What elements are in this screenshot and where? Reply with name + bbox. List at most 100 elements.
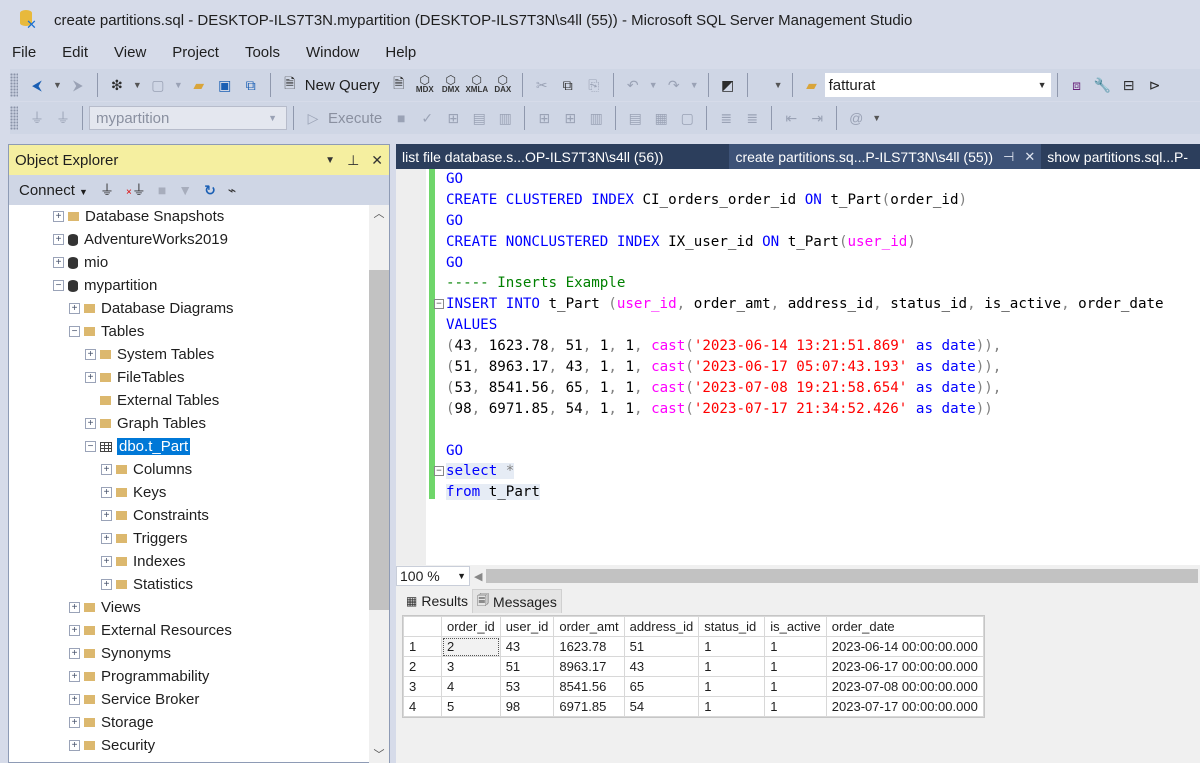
undo-icon[interactable]: ↶ <box>623 74 643 96</box>
tree-node-database-diagrams[interactable]: + Database Diagrams <box>9 297 367 320</box>
paste-icon[interactable]: ⎘ <box>584 74 604 96</box>
toolbox-icon[interactable]: ⊟ <box>1119 74 1139 96</box>
chevron-down-icon[interactable]: ▼ <box>457 571 466 581</box>
tab-create-partitions[interactable]: create partitions.sq...P-ILS7T3N\s4ll (5… <box>729 144 1042 169</box>
collapse-icon[interactable]: − <box>53 280 64 291</box>
live-query-stats-icon[interactable]: ⊞ <box>560 107 580 129</box>
back-dropdown-icon[interactable]: ▼ <box>53 80 62 90</box>
connect-button[interactable]: Connect ▼ <box>19 182 88 199</box>
pin-tab-icon[interactable]: ⊣ <box>1003 149 1014 165</box>
tree-node-storage[interactable]: + Storage <box>9 711 367 734</box>
cell-order-date[interactable]: 2023-06-17 00:00:00.000 <box>825 656 984 677</box>
visual-studio-icon[interactable]: ⧈ <box>1067 74 1087 96</box>
expand-icon[interactable]: + <box>69 740 80 751</box>
results-grid[interactable]: order_id user_id order_amt address_id status… <box>402 615 985 718</box>
cell-order-amt[interactable]: 8963.17 <box>553 656 625 677</box>
horizontal-scrollbar[interactable] <box>486 569 1198 583</box>
toolbar-grip[interactable] <box>10 73 18 97</box>
row-number[interactable]: 4 <box>403 696 442 717</box>
parse-icon[interactable]: ✓ <box>417 107 437 129</box>
expand-icon[interactable]: + <box>69 717 80 728</box>
menu-tools[interactable]: Tools <box>245 44 280 61</box>
expand-icon[interactable]: + <box>69 303 80 314</box>
expand-icon[interactable]: + <box>85 372 96 383</box>
cancel-query-icon[interactable]: ■ <box>391 107 411 129</box>
cell-is-active[interactable]: 1 <box>764 676 827 697</box>
xmla-query-icon[interactable]: ⬡ XMLA <box>465 74 488 94</box>
sql-editor[interactable]: GO CREATE CLUSTERED INDEX CI_orders_order… <box>396 169 1200 565</box>
execute-button[interactable]: Execute <box>328 110 382 127</box>
find-combo[interactable]: fatturat ▼ <box>824 73 1051 97</box>
row-number[interactable]: 3 <box>403 676 442 697</box>
new-project-icon[interactable]: ❇ <box>107 74 127 96</box>
tree-node-constraints[interactable]: + Constraints <box>9 504 367 527</box>
close-icon[interactable]: ✕ <box>371 152 383 169</box>
tree-node-synonyms[interactable]: + Synonyms <box>9 642 367 665</box>
row-number[interactable]: 1 <box>403 636 442 657</box>
scroll-up-icon[interactable]: ︿ <box>369 205 389 223</box>
cell-order-id[interactable]: 3 <box>441 656 501 677</box>
back-icon[interactable]: ⮜ <box>27 74 47 96</box>
scroll-left-icon[interactable]: ◀ <box>474 570 482 583</box>
copy-icon[interactable]: ⧉ <box>558 74 578 96</box>
menu-project[interactable]: Project <box>172 44 219 61</box>
wrench-icon[interactable]: 🔧 <box>1093 74 1113 96</box>
tab-results[interactable]: ▦ Results <box>402 589 473 613</box>
menu-edit[interactable]: Edit <box>62 44 88 61</box>
pin-icon[interactable]: ⊥ <box>347 152 359 169</box>
tree-node-filetables[interactable]: + FileTables <box>9 366 367 389</box>
execute-icon[interactable]: ▷ <box>303 107 323 129</box>
expand-icon[interactable]: + <box>85 349 96 360</box>
tab-show-partitions[interactable]: show partitions.sql...P- <box>1041 144 1195 169</box>
forward-icon[interactable]: ⮞ <box>68 74 88 96</box>
collapse-region-icon[interactable]: − <box>434 466 444 477</box>
results-to-file-icon[interactable]: ▢ <box>677 107 697 129</box>
tab-list-file-database[interactable]: list file database.s...OP-ILS7T3N\s4ll (… <box>396 144 670 169</box>
expand-icon[interactable]: + <box>69 625 80 636</box>
tree-node-tables[interactable]: − Tables <box>9 320 367 343</box>
cell-user-id[interactable]: 43 <box>499 636 555 657</box>
cell-is-active[interactable]: 1 <box>764 696 827 717</box>
cell-address-id[interactable]: 43 <box>623 656 700 677</box>
connect-plug-icon[interactable]: ⏚ <box>100 180 114 200</box>
uncomment-icon[interactable]: ≣ <box>742 107 762 129</box>
cell-order-date[interactable]: 2023-07-17 00:00:00.000 <box>825 696 984 717</box>
cell-order-id[interactable]: 2 <box>441 636 501 657</box>
menu-help[interactable]: Help <box>385 44 416 61</box>
cell-order-amt[interactable]: 8541.56 <box>553 676 625 697</box>
grid-corner[interactable] <box>403 616 442 637</box>
refresh-icon[interactable]: ↻ <box>204 182 216 199</box>
tree-node-dbo-t-part[interactable]: − dbo.t_Part <box>9 435 367 458</box>
results-to-grid-icon[interactable]: ▦ <box>651 107 671 129</box>
tree-node-programmability[interactable]: + Programmability <box>9 665 367 688</box>
add-item-dropdown-icon[interactable]: ▼ <box>174 80 183 90</box>
tree-node-system-tables[interactable]: + System Tables <box>9 343 367 366</box>
connect-icon[interactable]: ⏚ <box>27 107 47 129</box>
cell-order-id[interactable]: 4 <box>441 676 501 697</box>
code-area[interactable]: GO CREATE CLUSTERED INDEX CI_orders_order… <box>434 169 1164 503</box>
menu-window[interactable]: Window <box>306 44 359 61</box>
column-header-order-id[interactable]: order_id <box>441 616 501 637</box>
comment-icon[interactable]: ≣ <box>716 107 736 129</box>
tree-node-security[interactable]: + Security <box>9 734 367 757</box>
column-header-is-active[interactable]: is_active <box>764 616 827 637</box>
expand-icon[interactable]: + <box>101 464 112 475</box>
redo-icon[interactable]: ↷ <box>664 74 684 96</box>
chevron-down-icon[interactable]: ▼ <box>268 113 277 123</box>
find-in-files-icon[interactable]: ▰ <box>802 74 822 96</box>
collapse-icon[interactable]: − <box>69 326 80 337</box>
cell-is-active[interactable]: 1 <box>764 656 827 677</box>
column-header-order-date[interactable]: order_date <box>825 616 984 637</box>
open-file-icon[interactable]: ▰ <box>189 74 209 96</box>
cell-address-id[interactable]: 51 <box>623 636 700 657</box>
available-databases-dropdown[interactable]: mypartition ▼ <box>89 106 287 130</box>
expand-icon[interactable]: + <box>53 257 64 268</box>
menu-file[interactable]: File <box>12 44 36 61</box>
terminal-icon[interactable]: ⊳ <box>1145 74 1165 96</box>
cell-status-id[interactable]: 1 <box>698 636 766 657</box>
tree-node-service-broker[interactable]: + Service Broker <box>9 688 367 711</box>
expand-icon[interactable]: + <box>69 694 80 705</box>
new-project-dropdown-icon[interactable]: ▼ <box>133 80 142 90</box>
scrollbar-thumb[interactable] <box>369 270 389 610</box>
stop-icon[interactable]: ■ <box>158 182 166 198</box>
